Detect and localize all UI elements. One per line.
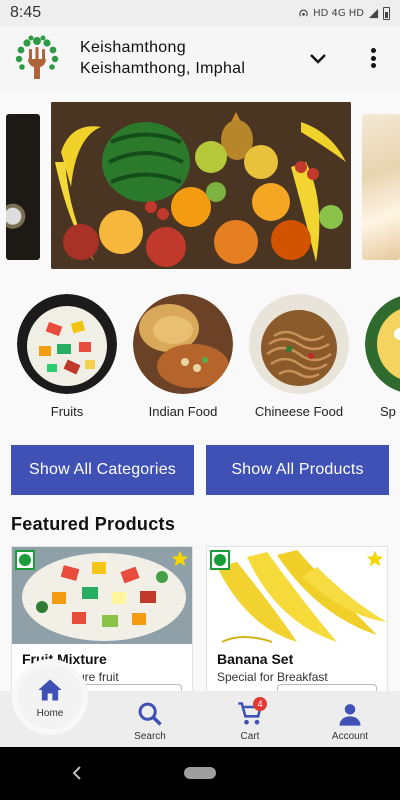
category-item-fruits[interactable]: Fruits [17,294,117,419]
nav-search[interactable]: Search [100,691,200,747]
location-block[interactable]: Keishamthong Keishamthong, Imphal [80,37,245,79]
dish-image [365,296,400,392]
veg-indicator-icon [210,550,230,570]
veg-indicator-icon [15,550,35,570]
featured-products-title: Featured Products [11,514,176,534]
category-label: Sp [380,404,396,419]
system-navigation-bar [0,747,400,800]
signal-icon [368,8,379,18]
nav-home-label: Home [36,707,64,719]
category-label: Indian Food [148,404,218,419]
fruit-basket-image [51,102,351,269]
network-label: HD 4G HD [313,7,364,19]
main-content[interactable]: Fruits Indian Food Chineese Food Sp Show… [0,90,400,691]
search-icon [138,702,162,726]
nav-cart-label: Cart [240,731,260,742]
app-bar: Keishamthong Keishamthong, Imphal [0,26,400,90]
category-item-indian-food[interactable]: Indian Food [133,294,233,419]
product-description: Special for Breakfast [217,670,328,684]
account-icon [339,704,361,726]
banner-prev-image[interactable] [6,114,40,260]
product-name: Banana Set [217,651,294,667]
chevron-down-icon[interactable] [308,48,328,68]
banner-next-image[interactable] [362,114,400,260]
banana-set-image [207,547,387,644]
location-title: Keishamthong [80,39,186,56]
nav-cart[interactable]: 4 Cart [200,691,300,747]
show-all-products-button[interactable]: Show All Products [206,445,389,495]
cart-count-badge: 4 [253,697,267,711]
battery-icon [383,6,390,20]
category-item-partial[interactable]: Sp [365,294,400,419]
noodles-image [249,294,349,394]
hotspot-icon [299,9,308,17]
puri-image [133,294,233,394]
fork-tree-logo-icon [15,35,59,79]
product-card-banana-set[interactable]: Banana Set Special for Breakfast [206,546,388,691]
home-pill-icon[interactable] [184,767,216,779]
category-label: Chineese Food [254,404,344,419]
category-item-chinese-food[interactable]: Chineese Food [249,294,349,419]
nav-search-label: Search [134,731,166,742]
status-bar: 8:45 HD 4G HD [0,0,400,26]
status-time: 8:45 [10,4,42,21]
product-name: Fruit Mixture [22,651,107,667]
status-icons: HD 4G HD [298,6,390,20]
nav-account-label: Account [331,731,369,742]
location-subtitle: Keishamthong, Imphal [80,60,246,77]
star-icon[interactable] [170,549,190,569]
back-icon[interactable] [70,765,84,781]
more-vert-icon[interactable] [365,46,381,70]
star-icon[interactable] [365,549,385,569]
category-label: Fruits [50,404,84,419]
home-icon [38,679,62,700]
product-action-button[interactable] [277,684,377,691]
nav-account[interactable]: Account [300,691,400,747]
fruit-mixture-image [12,547,192,644]
category-list[interactable]: Fruits Indian Food Chineese Food Sp [0,294,400,424]
fruit-salad-image [17,294,117,394]
show-all-categories-button[interactable]: Show All Categories [11,445,194,495]
banner-fruit-image[interactable] [51,102,351,269]
nav-home[interactable]: Home [18,665,82,729]
product-action-button[interactable] [82,684,182,691]
